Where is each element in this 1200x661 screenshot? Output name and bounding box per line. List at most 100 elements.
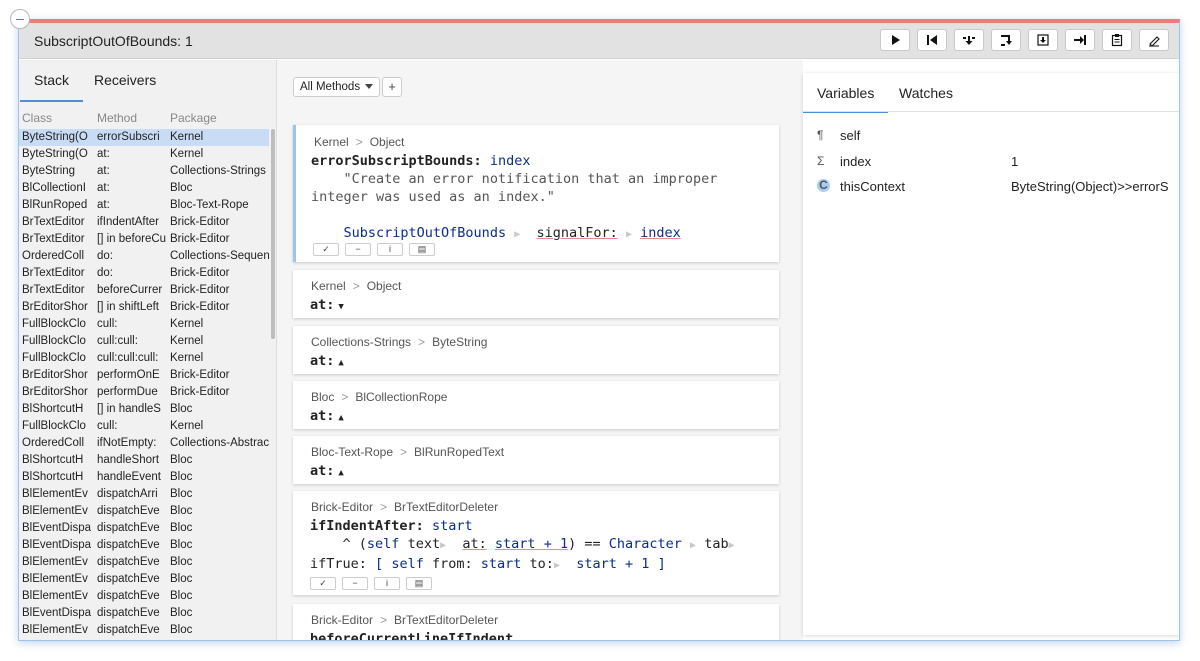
copy-stack-button[interactable] bbox=[1102, 29, 1132, 51]
method-card[interactable]: Bloc-Text-Rope > BlRunRopedText at: ▲ bbox=[293, 436, 779, 484]
stack-row[interactable]: OrderedColl do: Collections-Sequen bbox=[19, 248, 269, 265]
variable-row[interactable]: ¶ self bbox=[803, 127, 1179, 145]
stack-row[interactable]: FullBlockClo cull: Kernel bbox=[19, 418, 269, 435]
method-source[interactable]: ifIndentAfter: start ^ (self text▶ at: s… bbox=[310, 517, 735, 575]
tab-variables[interactable]: Variables bbox=[802, 85, 889, 113]
copy-button[interactable]: ▤ bbox=[406, 577, 432, 590]
breadcrumb-package[interactable]: Collections-Strings bbox=[311, 335, 411, 349]
stack-row[interactable]: BrEditorShor performOnE Brick-Editor bbox=[19, 367, 269, 384]
accept-button[interactable]: ✓ bbox=[310, 577, 336, 590]
stack-row[interactable]: OrderedColl ifNotEmpty: Collections-Abstra… bbox=[19, 435, 269, 452]
stack-row[interactable]: BlElementEv dispatchEve Bloc bbox=[19, 622, 269, 639]
stack-row[interactable]: BrTextEditor ifIndentAfter Brick-Editor bbox=[19, 214, 269, 231]
stack-row[interactable]: BlCollectionI at: Bloc bbox=[19, 180, 269, 197]
chevron-up-icon[interactable]: ▲ bbox=[338, 413, 343, 423]
restart-button[interactable] bbox=[917, 29, 947, 51]
step-over-button[interactable] bbox=[991, 29, 1021, 51]
method-card[interactable]: Brick-Editor > BrTextEditorDeleter ifInden… bbox=[293, 491, 779, 595]
breadcrumb-class[interactable]: BrTextEditorDeleter bbox=[394, 500, 498, 514]
breadcrumb-class[interactable]: BrTextEditorDeleter bbox=[394, 613, 498, 627]
stack-row[interactable]: BlShortcutH handleEvent Bloc bbox=[19, 469, 269, 486]
expand-triangle-icon[interactable]: ▶ bbox=[440, 540, 446, 551]
method-card[interactable]: Brick-Editor > BrTextEditorDeleter beforeC… bbox=[293, 604, 779, 640]
column-method[interactable]: Method bbox=[97, 111, 137, 125]
stack-row[interactable]: FullBlockClo cull:cull:cull: Kernel bbox=[19, 350, 269, 367]
breadcrumb-package[interactable]: Kernel bbox=[314, 135, 349, 149]
run-to-button[interactable] bbox=[1065, 29, 1095, 51]
all-methods-dropdown[interactable]: All Methods bbox=[293, 77, 381, 97]
stack-row[interactable]: BrTextEditor [] in beforeCu Brick-Editor bbox=[19, 231, 269, 248]
edit-button[interactable] bbox=[1139, 29, 1169, 51]
stack-row[interactable]: BlElementEv dispatchEve Bloc bbox=[19, 588, 269, 605]
stack-row[interactable]: BlElementEv dispatchEve Bloc bbox=[19, 503, 269, 520]
discard-button[interactable]: − bbox=[342, 577, 368, 590]
accept-button[interactable]: ✓ bbox=[313, 243, 339, 256]
add-button[interactable]: + bbox=[382, 77, 402, 97]
stack-row[interactable]: BrEditorShor [] in shiftLeft Brick-Editor bbox=[19, 299, 269, 316]
stack-row[interactable]: BlShortcutH [] in handleS Bloc bbox=[19, 401, 269, 418]
method-card[interactable]: Kernel > Object errorSubscriptBounds: inde… bbox=[293, 125, 779, 262]
breadcrumb-package[interactable]: Kernel bbox=[311, 279, 346, 293]
breadcrumb-class[interactable]: Object bbox=[367, 279, 402, 293]
variable-row[interactable]: Σ index 1 bbox=[803, 153, 1179, 171]
stack-package: Brick-Editor bbox=[170, 284, 230, 296]
breadcrumb-package[interactable]: Bloc bbox=[311, 390, 334, 404]
stack-row[interactable]: BlElementEv dispatchArri Bloc bbox=[19, 486, 269, 503]
breadcrumb-class[interactable]: BlRunRopedText bbox=[414, 445, 504, 459]
inspect-button[interactable]: i bbox=[374, 577, 400, 590]
stack-row[interactable]: BrTextEditor beforeCurrer Brick-Editor bbox=[19, 282, 269, 299]
stack-row[interactable]: BlEventDispa dispatchEve Bloc bbox=[19, 520, 269, 537]
breadcrumb-class[interactable]: ByteString bbox=[432, 335, 487, 349]
expand-triangle-icon[interactable]: ▶ bbox=[554, 560, 560, 571]
stack-row[interactable]: ByteString(O at: Kernel bbox=[19, 146, 269, 163]
method-source[interactable]: beforeCurrentLineIfIndent bbox=[310, 630, 513, 640]
tab-receivers[interactable]: Receivers bbox=[94, 72, 156, 88]
breadcrumb-class[interactable]: Object bbox=[370, 135, 405, 149]
stack-row[interactable]: FullBlockClo cull:cull: Kernel bbox=[19, 333, 269, 350]
column-package[interactable]: Package bbox=[170, 111, 217, 125]
breadcrumb-separator: > bbox=[400, 445, 408, 459]
stack-row[interactable]: ByteString at: Collections-Strings bbox=[19, 163, 269, 180]
chevron-up-icon[interactable]: ▲ bbox=[338, 468, 343, 478]
method-card[interactable]: Bloc > BlCollectionRope at: ▲ bbox=[293, 381, 779, 429]
chevron-up-icon[interactable]: ▲ bbox=[338, 358, 343, 368]
method-card[interactable]: Kernel > Object at: ▼ bbox=[293, 270, 779, 318]
stack-row[interactable]: BlShortcutH handleShort Bloc bbox=[19, 452, 269, 469]
chevron-down-icon[interactable]: ▼ bbox=[338, 302, 343, 312]
method-source[interactable]: at: ▲ bbox=[310, 462, 344, 482]
inspect-button[interactable]: i bbox=[377, 243, 403, 256]
tab-watches[interactable]: Watches bbox=[899, 85, 953, 101]
method-source[interactable]: errorSubscriptBounds: index "Create an e… bbox=[311, 152, 717, 244]
stack-row[interactable]: BrEditorShor performDue Brick-Editor bbox=[19, 384, 269, 401]
resume-button[interactable] bbox=[880, 29, 910, 51]
breadcrumb-package[interactable]: Brick-Editor bbox=[311, 613, 373, 627]
expand-triangle-icon[interactable]: ▶ bbox=[690, 540, 696, 551]
step-through-button[interactable] bbox=[1028, 29, 1058, 51]
tab-stack[interactable]: Stack bbox=[19, 72, 84, 102]
expand-triangle-icon[interactable]: ▶ bbox=[626, 229, 632, 240]
breadcrumb-package[interactable]: Bloc-Text-Rope bbox=[311, 445, 393, 459]
stack-row[interactable]: BlRunRoped at: Bloc-Text-Rope bbox=[19, 197, 269, 214]
expand-triangle-icon[interactable]: ▶ bbox=[729, 540, 735, 551]
stack-row[interactable]: BlEventDispa dispatchEve Bloc bbox=[19, 537, 269, 554]
stack-row[interactable]: FullBlockClo cull: Kernel bbox=[19, 316, 269, 333]
method-source[interactable]: at: ▲ bbox=[310, 407, 344, 427]
minimize-button[interactable] bbox=[10, 9, 30, 29]
method-source[interactable]: at: ▲ bbox=[310, 352, 344, 372]
copy-button[interactable]: ▤ bbox=[409, 243, 435, 256]
stack-scrollbar[interactable] bbox=[271, 129, 275, 339]
stack-row[interactable]: BlElementEv dispatchEve Bloc bbox=[19, 554, 269, 571]
variable-row[interactable]: C thisContext ByteString(Object)>>errorS bbox=[803, 178, 1179, 196]
step-into-button[interactable] bbox=[954, 29, 984, 51]
breadcrumb-class[interactable]: BlCollectionRope bbox=[355, 390, 447, 404]
stack-row[interactable]: BlEventDispa dispatchEve Bloc bbox=[19, 605, 269, 622]
stack-row[interactable]: BrTextEditor do: Brick-Editor bbox=[19, 265, 269, 282]
breadcrumb-package[interactable]: Brick-Editor bbox=[311, 500, 373, 514]
method-source[interactable]: at: ▼ bbox=[310, 296, 344, 316]
expand-triangle-icon[interactable]: ▶ bbox=[514, 229, 520, 240]
stack-row[interactable]: ByteString(O errorSubscri Kernel bbox=[19, 129, 269, 146]
column-class[interactable]: Class bbox=[22, 111, 52, 125]
method-card[interactable]: Collections-Strings > ByteString at: ▲ bbox=[293, 326, 779, 374]
discard-button[interactable]: − bbox=[345, 243, 371, 256]
stack-row[interactable]: BlElementEv dispatchEve Bloc bbox=[19, 571, 269, 588]
